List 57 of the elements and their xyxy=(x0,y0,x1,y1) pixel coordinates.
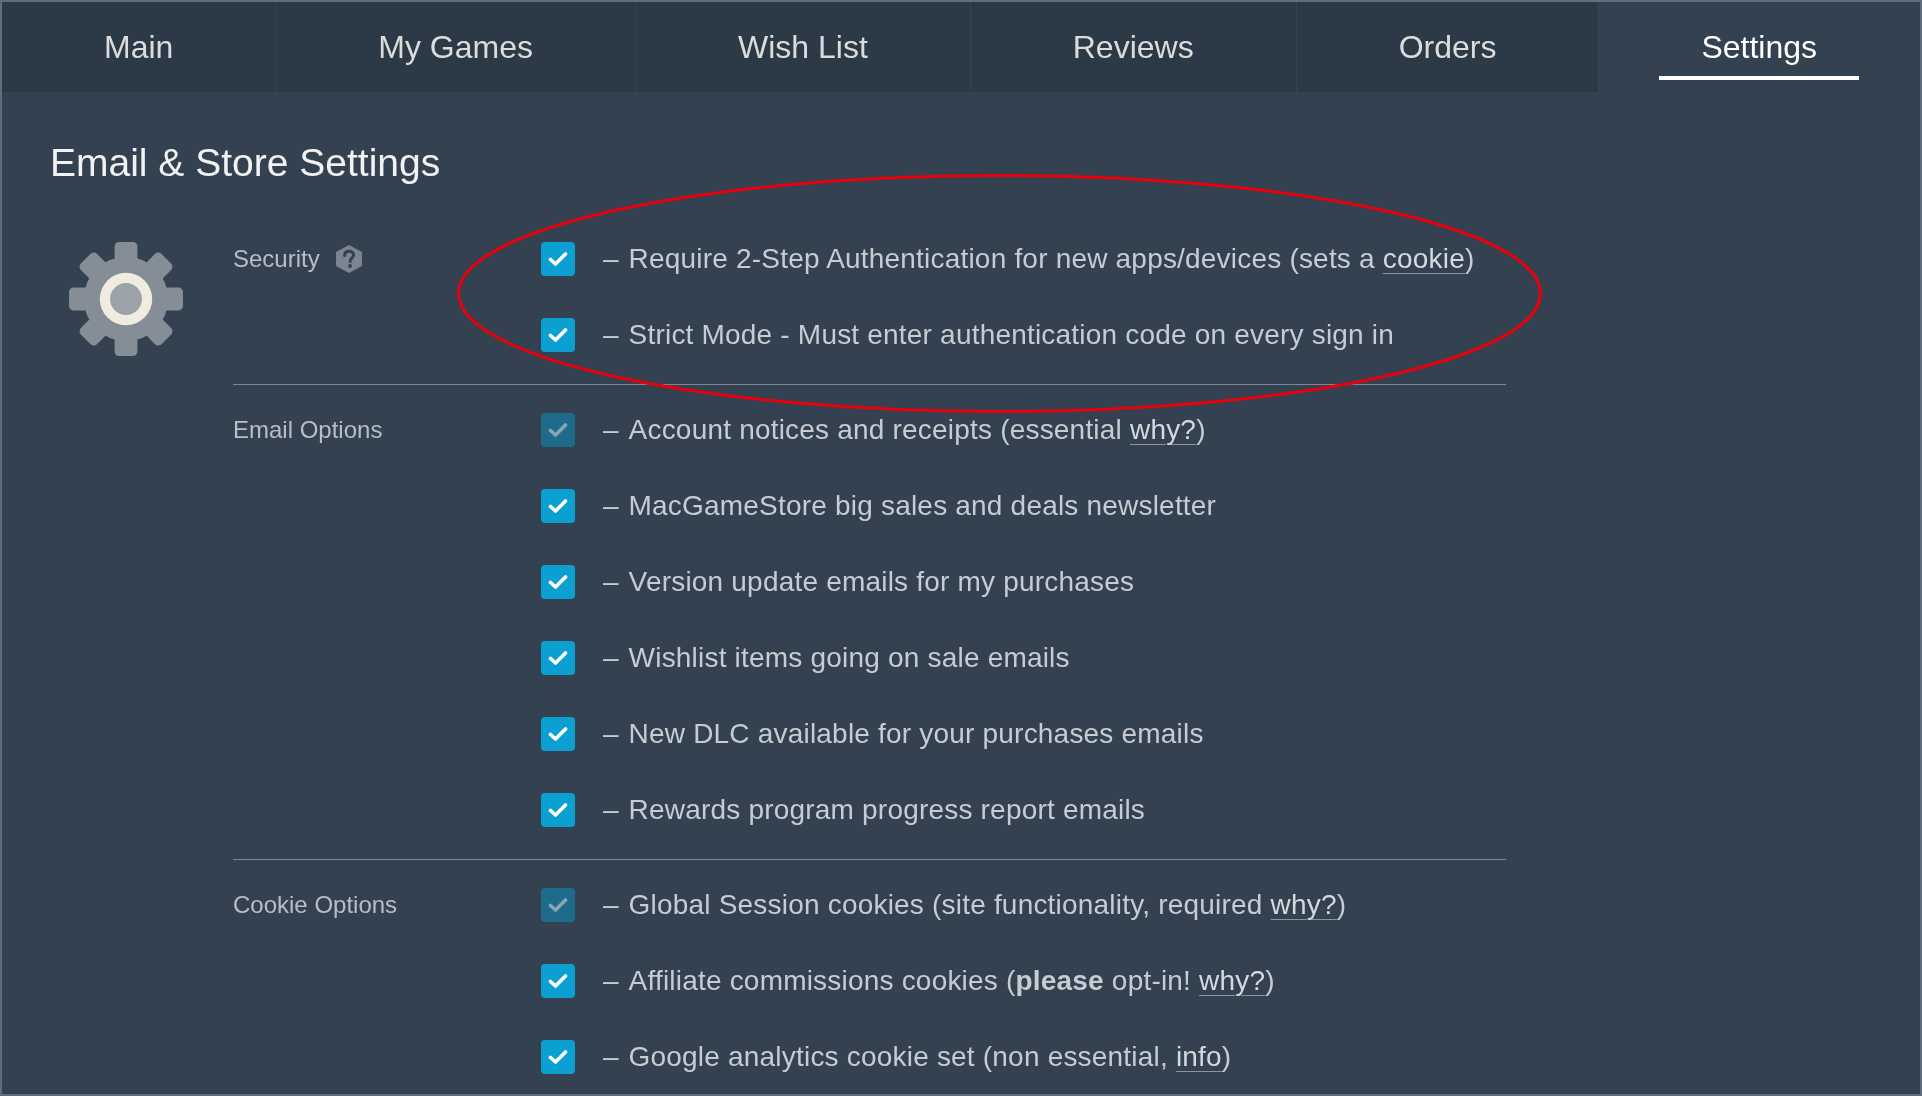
check-icon xyxy=(548,422,568,438)
nav-tab[interactable]: Main xyxy=(2,2,277,92)
check-icon xyxy=(548,574,568,590)
check-icon xyxy=(548,726,568,742)
option-label: Account notices and receipts (essential why?) xyxy=(628,414,1206,446)
checkbox[interactable] xyxy=(541,641,575,675)
check-icon xyxy=(548,1049,568,1065)
nav-tab[interactable]: Orders xyxy=(1296,2,1600,92)
check-icon xyxy=(548,327,568,343)
checkbox[interactable] xyxy=(541,793,575,827)
nav-tab[interactable]: Reviews xyxy=(970,2,1297,92)
nav-tab[interactable]: My Games xyxy=(276,2,636,92)
check-icon xyxy=(548,973,568,989)
check-icon xyxy=(548,802,568,818)
dash-separator: – xyxy=(603,490,619,522)
dash-separator: – xyxy=(603,243,619,275)
option-label: MacGameStore big sales and deals newsletter xyxy=(628,490,1217,522)
help-icon[interactable] xyxy=(335,245,362,273)
section-label: Security xyxy=(233,245,320,273)
page-title: Email & Store Settings xyxy=(50,140,441,186)
checkbox[interactable] xyxy=(541,1040,575,1074)
checkbox[interactable] xyxy=(541,242,575,276)
dash-separator: – xyxy=(603,794,619,826)
dash-separator: – xyxy=(603,414,619,446)
check-icon xyxy=(548,650,568,666)
option-label: Require 2-Step Authentication for new apps/devices (sets a cookie) xyxy=(628,243,1475,275)
option-label: Wishlist items going on sale emails xyxy=(628,642,1070,674)
option-label: Strict Mode - Must enter authentication code on every sign in xyxy=(628,319,1395,351)
inline-link[interactable]: why? xyxy=(1199,965,1266,996)
option-label: Rewards program progress report emails xyxy=(628,794,1146,826)
nav-tab[interactable]: Settings xyxy=(1599,2,1920,92)
dash-separator: – xyxy=(603,319,619,351)
dash-separator: – xyxy=(603,642,619,674)
checkbox[interactable] xyxy=(541,318,575,352)
gear-icon xyxy=(69,242,183,356)
check-icon xyxy=(548,897,568,913)
option-label: Version update emails for my purchases xyxy=(628,566,1135,598)
option-label: Global Session cookies (site functionality, required why?) xyxy=(628,889,1347,921)
checkbox[interactable] xyxy=(541,717,575,751)
dash-separator: – xyxy=(603,965,619,997)
check-icon xyxy=(548,251,568,267)
dash-separator: – xyxy=(603,566,619,598)
check-icon xyxy=(548,498,568,514)
dash-separator: – xyxy=(603,889,619,921)
dash-separator: – xyxy=(603,1041,619,1073)
checkbox[interactable] xyxy=(541,489,575,523)
dash-separator: – xyxy=(603,718,619,750)
section-label: Cookie Options xyxy=(233,891,398,919)
inline-link[interactable]: info xyxy=(1175,1041,1222,1072)
checkbox[interactable] xyxy=(541,964,575,998)
nav-tab[interactable]: Wish List xyxy=(636,2,971,92)
inline-link[interactable]: cookie xyxy=(1382,243,1465,274)
option-label: New DLC available for your purchases emails xyxy=(628,718,1204,750)
section-label: Email Options xyxy=(233,416,383,444)
option-label: Google analytics cookie set (non essential, info) xyxy=(628,1041,1232,1073)
checkbox[interactable] xyxy=(541,565,575,599)
option-label: Affiliate commissions cookies (please opt-in! why?) xyxy=(628,965,1275,997)
